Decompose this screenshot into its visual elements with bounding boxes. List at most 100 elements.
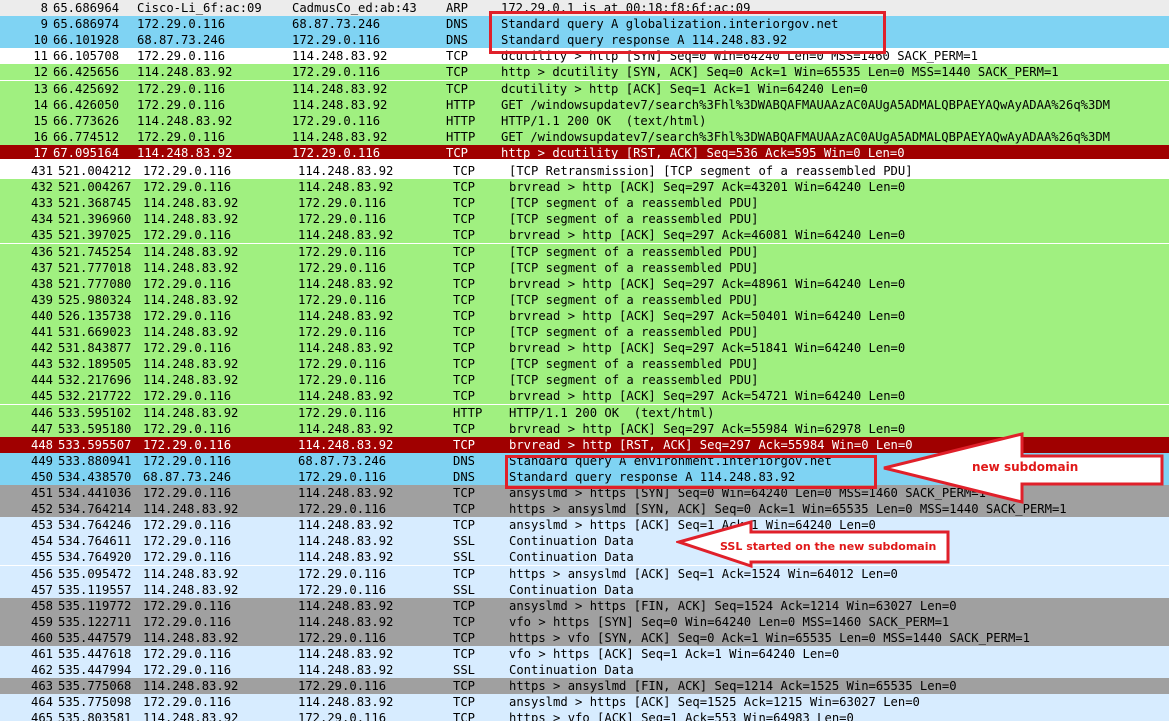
- packet-row[interactable]: 457 535.119557 114.248.83.92 172.29.0.116 SS…: [0, 581, 1169, 598]
- packet-row[interactable]: 463 535.775068 114.248.83.92 172.29.0.116 TC…: [0, 678, 1169, 695]
- packet-row[interactable]: 460 535.447579 114.248.83.92 172.29.0.116 TC…: [0, 629, 1169, 646]
- packet-protocol: TCP: [453, 228, 476, 243]
- packet-number: 465: [30, 711, 53, 721]
- packet-source: 114.248.83.92: [143, 502, 239, 517]
- packet-number: 452: [30, 502, 53, 517]
- packet-row[interactable]: 14 66.426050 172.29.0.116 114.248.83.92 HTTP…: [0, 96, 1169, 113]
- packet-protocol: TCP: [453, 598, 476, 613]
- packet-row[interactable]: 433 521.368745 114.248.83.92 172.29.0.116 TC…: [0, 195, 1169, 212]
- packet-row[interactable]: 431 521.004212 172.29.0.116 114.248.83.92 TC…: [0, 163, 1169, 179]
- packet-source: 172.29.0.116: [143, 534, 232, 549]
- packet-row[interactable]: 437 521.777018 114.248.83.92 172.29.0.116 TC…: [0, 259, 1169, 276]
- packet-row[interactable]: 455 534.764920 172.29.0.116 114.248.83.92 SS…: [0, 549, 1169, 566]
- packet-row[interactable]: 435 521.397025 172.29.0.116 114.248.83.92 TC…: [0, 227, 1169, 244]
- packet-time: 65.686964: [53, 1, 120, 15]
- packet-source: 172.29.0.116: [143, 598, 232, 613]
- packet-number: 14: [33, 97, 48, 112]
- packet-row[interactable]: 445 532.217722 172.29.0.116 114.248.83.92 TC…: [0, 388, 1169, 405]
- packet-row[interactable]: 454 534.764611 172.29.0.116 114.248.83.92 SS…: [0, 533, 1169, 550]
- packet-destination: 114.248.83.92: [298, 486, 394, 500]
- packet-row[interactable]: 440 526.135738 172.29.0.116 114.248.83.92 TC…: [0, 307, 1169, 324]
- packet-source: 172.29.0.116: [143, 421, 232, 436]
- packet-row[interactable]: 434 521.396960 114.248.83.92 172.29.0.116 TC…: [0, 211, 1169, 228]
- packet-info: brvread > http [ACK] Seq=297 Ack=48961 W…: [509, 276, 906, 291]
- packet-info: ansyslmd > https [ACK] Seq=1525 Ack=1215…: [509, 695, 920, 710]
- packet-row[interactable]: 15 66.773626 114.248.83.92 172.29.0.116 HTTP…: [0, 112, 1169, 129]
- packet-row[interactable]: 13 66.425692 172.29.0.116 114.248.83.92 TCP d…: [0, 80, 1169, 97]
- packet-row[interactable]: 446 533.595102 114.248.83.92 172.29.0.116 HT…: [0, 404, 1169, 421]
- packet-protocol: TCP: [453, 180, 476, 195]
- packet-number: 12: [33, 65, 48, 80]
- packet-protocol: DNS: [446, 33, 469, 48]
- packet-destination: 114.248.83.92: [292, 81, 388, 96]
- packet-protocol: TCP: [453, 373, 476, 388]
- packet-source: 68.87.73.246: [143, 469, 232, 484]
- packet-source: 114.248.83.92: [143, 630, 239, 645]
- packet-number: 439: [30, 292, 53, 307]
- packet-row[interactable]: 438 521.777080 172.29.0.116 114.248.83.92 TC…: [0, 275, 1169, 292]
- packet-info: brvread > http [ACK] Seq=297 Ack=54721 W…: [509, 389, 906, 404]
- packet-row[interactable]: 465 535.803581 114.248.83.92 172.29.0.116 TC…: [0, 710, 1169, 721]
- packet-source: 114.248.83.92: [143, 373, 239, 388]
- packet-row[interactable]: 439 525.980324 114.248.83.92 172.29.0.116 TC…: [0, 291, 1169, 308]
- packet-time: 535.119557: [58, 582, 132, 597]
- packet-time: 534.764214: [58, 502, 132, 517]
- packet-source: 114.248.83.92: [143, 679, 239, 694]
- packet-info: HTTP/1.1 200 OK (text/html): [501, 113, 707, 128]
- packet-destination: 114.248.83.92: [298, 421, 394, 436]
- packet-protocol: TCP: [453, 244, 476, 259]
- packet-info: [TCP segment of a reassembled PDU]: [509, 292, 759, 307]
- packet-time: 521.004212: [58, 164, 132, 178]
- packet-row[interactable]: 444 532.217696 114.248.83.92 172.29.0.116 TC…: [0, 372, 1169, 389]
- packet-destination: 114.248.83.92: [298, 518, 394, 533]
- packet-row[interactable]: 442 531.843877 172.29.0.116 114.248.83.92 TC…: [0, 340, 1169, 357]
- packet-row[interactable]: 432 521.004267 172.29.0.116 114.248.83.92 TC…: [0, 179, 1169, 196]
- packet-source: 114.248.83.92: [143, 566, 239, 581]
- packet-destination: 114.248.83.92: [298, 550, 394, 565]
- packet-number: 440: [30, 308, 53, 323]
- packet-row[interactable]: 441 531.669023 114.248.83.92 172.29.0.116 TC…: [0, 324, 1169, 340]
- packet-time: 532.217696: [58, 373, 132, 388]
- packet-source: 172.29.0.116: [143, 228, 232, 243]
- packet-destination: 172.29.0.116: [292, 113, 381, 128]
- packet-info: brvread > http [RST, ACK] Seq=297 Ack=55…: [509, 437, 913, 452]
- packet-destination: 114.248.83.92: [298, 663, 394, 678]
- packet-row[interactable]: 16 66.774512 172.29.0.116 114.248.83.92 HTTP…: [0, 128, 1169, 145]
- packet-row[interactable]: 12 66.425656 114.248.83.92 172.29.0.116 TCP h…: [0, 64, 1169, 81]
- packet-time: 535.122711: [58, 614, 132, 629]
- packet-protocol: DNS: [453, 469, 476, 484]
- packet-row[interactable]: 436 521.745254 114.248.83.92 172.29.0.116 TC…: [0, 243, 1169, 260]
- packet-row[interactable]: 456 535.095472 114.248.83.92 172.29.0.116 TC…: [0, 565, 1169, 582]
- packet-time: 525.980324: [58, 292, 132, 307]
- packet-number: 462: [30, 663, 53, 678]
- packet-source: 172.29.0.116: [143, 180, 232, 195]
- packet-number: 15: [33, 113, 48, 128]
- packet-time: 521.004267: [58, 180, 132, 195]
- packet-row[interactable]: 461 535.447618 172.29.0.116 114.248.83.92 TC…: [0, 646, 1169, 662]
- packet-time: 521.396960: [58, 212, 132, 227]
- packet-destination: 114.248.83.92: [298, 437, 394, 452]
- packet-row[interactable]: 443 532.189505 114.248.83.92 172.29.0.116 TC…: [0, 356, 1169, 373]
- packet-row[interactable]: 462 535.447994 172.29.0.116 114.248.83.92 SS…: [0, 662, 1169, 679]
- packet-destination: 68.87.73.246: [292, 17, 381, 32]
- packet-row[interactable]: 459 535.122711 172.29.0.116 114.248.83.92 TC…: [0, 613, 1169, 630]
- packet-time: 534.764611: [58, 534, 132, 549]
- packet-info: brvread > http [ACK] Seq=297 Ack=43201 W…: [509, 180, 906, 195]
- packet-time: 521.397025: [58, 228, 132, 243]
- packet-protocol: TCP: [453, 679, 476, 694]
- packet-protocol: TCP: [453, 630, 476, 645]
- packet-destination: 172.29.0.116: [298, 679, 387, 694]
- packet-row[interactable]: 458 535.119772 172.29.0.116 114.248.83.92 TC…: [0, 597, 1169, 614]
- packet-time: 533.595507: [58, 437, 132, 452]
- packet-protocol: TCP: [453, 437, 476, 452]
- packet-info: [TCP segment of a reassembled PDU]: [509, 196, 759, 211]
- packet-row[interactable]: 464 535.775098 172.29.0.116 114.248.83.92 TC…: [0, 694, 1169, 711]
- packet-destination: 172.29.0.116: [298, 502, 387, 517]
- packet-info: vfo > https [ACK] Seq=1 Ack=1 Win=64240 …: [509, 647, 840, 661]
- packet-row[interactable]: 453 534.764246 172.29.0.116 114.248.83.92 TC…: [0, 517, 1169, 534]
- packet-time: 533.595180: [58, 421, 132, 436]
- packet-time: 531.669023: [58, 325, 132, 339]
- packet-time: 66.426050: [53, 97, 120, 112]
- packet-info: [TCP segment of a reassembled PDU]: [509, 325, 759, 339]
- packet-info: [TCP segment of a reassembled PDU]: [509, 260, 759, 275]
